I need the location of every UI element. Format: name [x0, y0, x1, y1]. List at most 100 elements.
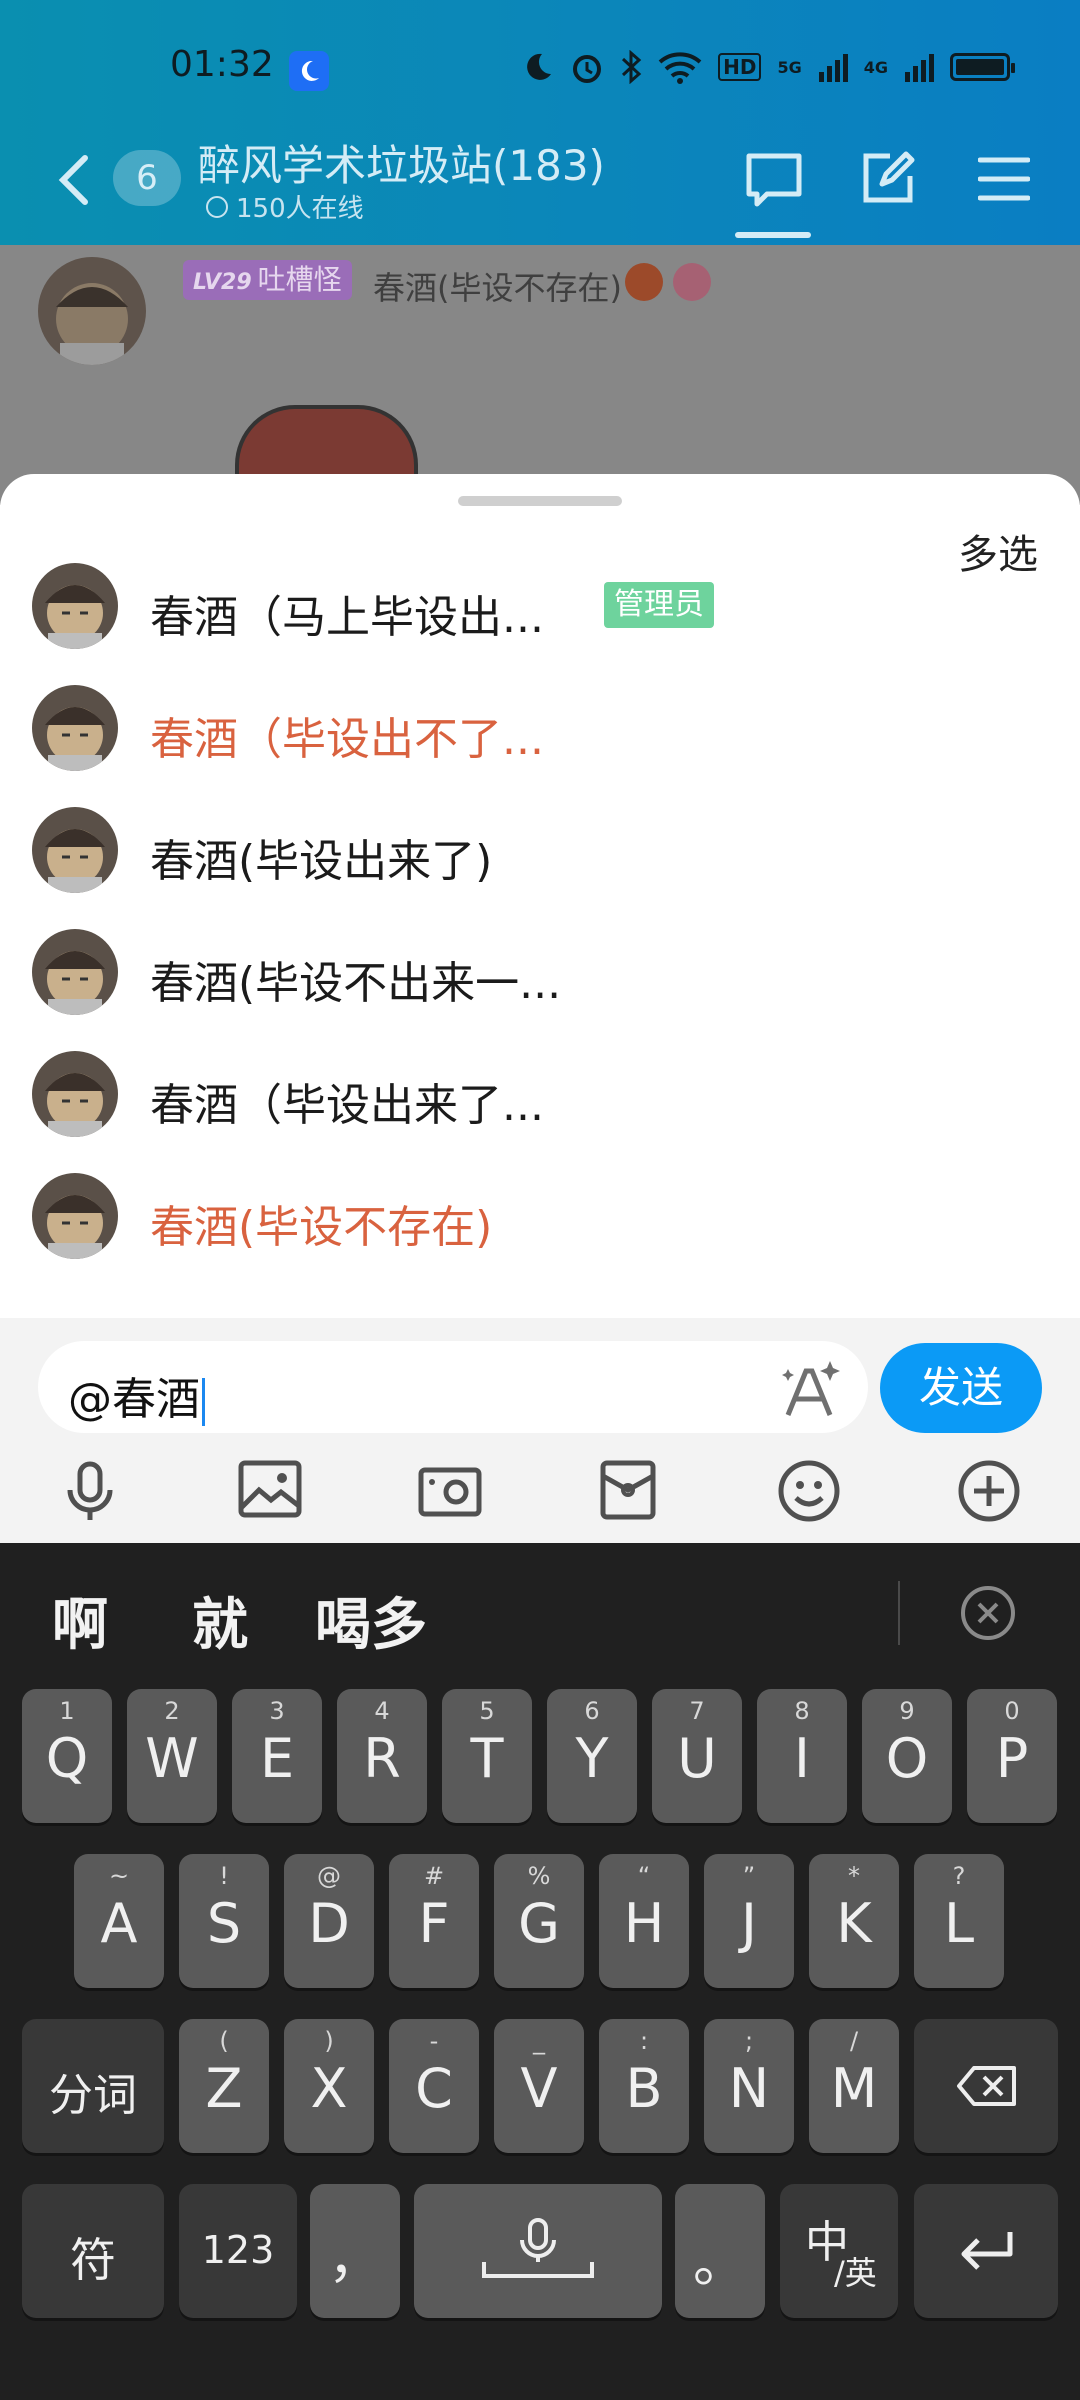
chat-bubble-icon[interactable] — [745, 152, 803, 208]
candidate-word[interactable]: 就 — [192, 1580, 248, 1661]
online-status: 150人在线 — [206, 188, 364, 225]
composer: @春酒 发送 — [0, 1318, 1080, 1543]
menu-icon[interactable] — [978, 156, 1030, 202]
member-name: 春酒（毕设出来了... — [150, 1080, 544, 1131]
key-h[interactable]: “H — [599, 1854, 689, 1988]
key-space[interactable] — [414, 2184, 662, 2318]
key-y[interactable]: 6Y — [547, 1689, 637, 1823]
key-secondary-label: % — [527, 1862, 551, 1890]
key-d[interactable]: @ D — [284, 1854, 374, 1988]
key-v[interactable]: _ V — [494, 2019, 584, 2153]
key-a[interactable]: ~ A — [74, 1854, 164, 1988]
drag-handle[interactable] — [458, 496, 622, 506]
admin-badge: 管理员 — [604, 582, 714, 628]
key-w[interactable]: 2W — [127, 1689, 217, 1823]
key-label: M — [830, 2057, 878, 2120]
key-label: B — [625, 2057, 663, 2120]
key-r[interactable]: 4R — [337, 1689, 427, 1823]
key-g[interactable]: % G — [494, 1854, 584, 1988]
key-comma[interactable]: ， — [310, 2184, 400, 2318]
message-input[interactable]: @春酒 — [38, 1341, 868, 1433]
candidate-word[interactable]: 喝多 — [315, 1580, 427, 1661]
key-label: 分词 — [49, 2070, 137, 2121]
member-item[interactable]: 春酒（毕设出来了... — [0, 1034, 1080, 1154]
key-label: 。 — [693, 2231, 747, 2294]
emoji-icon[interactable] — [778, 1460, 840, 1522]
key-secondary-label: - — [429, 2027, 439, 2055]
key-z[interactable]: (Z — [179, 2019, 269, 2153]
key-secondary-label: 9 — [899, 1697, 915, 1725]
key-m[interactable]: / M — [809, 2019, 899, 2153]
key-secondary-label: 6 — [584, 1697, 600, 1725]
back-arrow-icon[interactable] — [55, 152, 91, 208]
fire-emblem-icon — [625, 263, 663, 301]
key-secondary-label: 5 — [479, 1697, 495, 1725]
hd-indicator: HD — [718, 53, 762, 81]
member-name: 春酒(毕设出来了) — [150, 836, 493, 887]
unread-count-badge[interactable]: 6 — [113, 150, 181, 206]
member-name: 春酒(毕设不存在) — [150, 1202, 493, 1253]
key-period[interactable]: 。 — [675, 2184, 765, 2318]
red-packet-icon[interactable] — [600, 1460, 656, 1520]
candidate-word[interactable]: 啊 — [52, 1580, 108, 1661]
key-e[interactable]: 3E — [232, 1689, 322, 1823]
voice-input-icon — [482, 2218, 594, 2278]
key-numbers[interactable]: 123 — [179, 2184, 297, 2318]
key-i[interactable]: 8I — [757, 1689, 847, 1823]
key-label: D — [308, 1892, 350, 1955]
key-secondary-label: ! — [219, 1862, 229, 1890]
key-l[interactable]: ? L — [914, 1854, 1004, 1988]
key-p[interactable]: 0P — [967, 1689, 1057, 1823]
key-backspace[interactable] — [914, 2019, 1058, 2153]
key-label: L — [943, 1892, 975, 1955]
tab-indicator — [735, 232, 811, 238]
signal-5g: 5G — [777, 57, 802, 77]
ai-font-icon[interactable] — [780, 1359, 844, 1419]
key-u[interactable]: 7U — [652, 1689, 742, 1823]
page-title[interactable]: 醉风学术垃圾站(183) — [198, 132, 605, 193]
keyboard: 啊 就 喝多 1 Q 2 W 3 E 4 R 5 T 6 Y 7 U 8 I 9 O 0 P ~ A! S @ D # F% G “H”… — [0, 1543, 1080, 2400]
microphone-icon[interactable] — [60, 1460, 120, 1524]
wifi-icon — [658, 52, 702, 84]
key-k[interactable]: * K — [809, 1854, 899, 1988]
send-button[interactable]: 发送 — [880, 1343, 1042, 1433]
key-c[interactable]: -C — [389, 2019, 479, 2153]
avatar — [32, 563, 118, 649]
key-secondary-label: : — [639, 2027, 649, 2055]
key-b[interactable]: :B — [599, 2019, 689, 2153]
key-enter[interactable] — [914, 2184, 1058, 2318]
camera-icon[interactable] — [418, 1460, 482, 1518]
key-label: A — [100, 1892, 138, 1955]
member-item[interactable]: 春酒(毕设不存在) — [0, 1156, 1080, 1276]
signal-bars-icon — [905, 54, 934, 82]
key-j[interactable]: ” J — [704, 1854, 794, 1988]
alarm-icon — [573, 55, 602, 83]
key-o[interactable]: 9O — [862, 1689, 952, 1823]
member-item[interactable]: 春酒（马上毕设出... 管理员 — [0, 546, 1080, 666]
chat-background: LV29 吐槽怪 春酒(毕设不存在) — [0, 245, 1080, 509]
smile-emblem-icon — [673, 263, 711, 301]
key-x[interactable]: ) X — [284, 2019, 374, 2153]
add-icon[interactable] — [958, 1460, 1020, 1522]
key-language-toggle[interactable]: 中/英 — [780, 2184, 898, 2318]
key-secondary-label: 1 — [59, 1697, 75, 1725]
image-icon[interactable] — [238, 1460, 302, 1518]
key-q[interactable]: 1Q — [22, 1689, 112, 1823]
key-s[interactable]: ! S — [179, 1854, 269, 1988]
key-n[interactable]: ; N — [704, 2019, 794, 2153]
message-input-value: @春酒 — [68, 1374, 200, 1425]
key-segment[interactable]: 分词 — [22, 2019, 164, 2153]
mention-sheet: 多选 春酒（马上毕设出... 管理员 春酒（毕设出不了... 春酒(毕设出来了) 春酒(… — [0, 474, 1080, 1319]
key-symbols[interactable]: 符 — [22, 2184, 164, 2318]
close-candidates-icon[interactable] — [960, 1585, 1016, 1641]
key-secondary-label: 0 — [1004, 1697, 1020, 1725]
key-f[interactable]: # F — [389, 1854, 479, 1988]
key-secondary-label: 2 — [164, 1697, 180, 1725]
member-item[interactable]: 春酒(毕设不出来一... — [0, 912, 1080, 1032]
member-item[interactable]: 春酒（毕设出不了... — [0, 668, 1080, 788]
key-label: T — [470, 1727, 504, 1790]
key-t[interactable]: 5T — [442, 1689, 532, 1823]
edit-icon[interactable] — [860, 150, 916, 206]
member-item[interactable]: 春酒(毕设出来了) — [0, 790, 1080, 910]
focus-mode-icon — [289, 51, 329, 91]
